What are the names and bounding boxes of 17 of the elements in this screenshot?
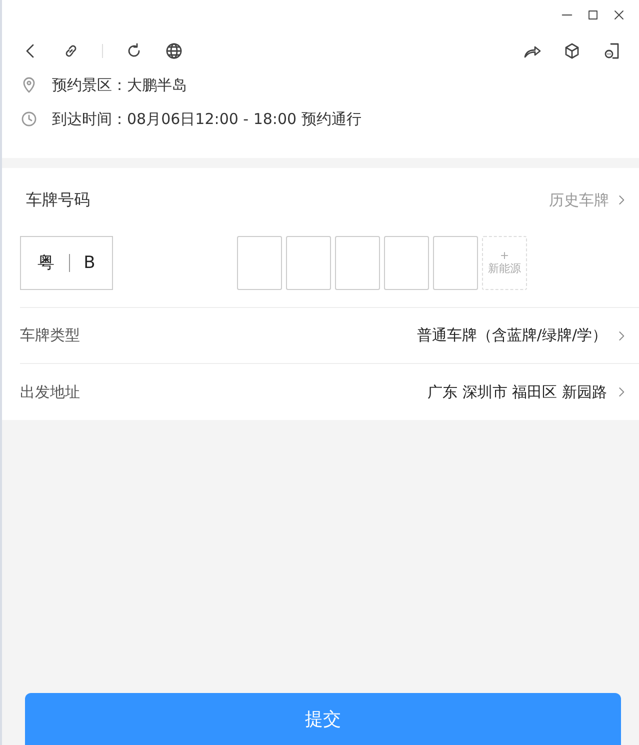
info-text: 到达时间：08月06日12:00 - 18:00 预约通行 <box>52 110 362 128</box>
field-value[interactable]: 广东 深圳市 福田区 新园路 <box>428 382 607 402</box>
globe-icon[interactable] <box>165 42 183 60</box>
plate-char-field[interactable] <box>335 236 380 290</box>
plate-char-field[interactable] <box>286 236 331 290</box>
plate-char-field[interactable] <box>433 236 478 290</box>
plate-char-field[interactable] <box>384 236 429 290</box>
province-selector[interactable]: 粤 B <box>20 236 113 290</box>
cube-icon[interactable] <box>563 42 581 60</box>
section-title: 车牌号码 <box>26 190 90 210</box>
field-value[interactable]: 普通车牌（含蓝牌/绿牌/学） <box>416 326 607 345</box>
clock-icon <box>20 110 38 128</box>
field-label: 出发地址 <box>20 382 81 402</box>
field-label: 车牌类型 <box>20 326 81 345</box>
mini-program-icon[interactable] <box>603 42 621 60</box>
info-text: 预约景区：大鹏半岛 <box>52 76 187 94</box>
plate-char-field[interactable] <box>237 236 282 290</box>
